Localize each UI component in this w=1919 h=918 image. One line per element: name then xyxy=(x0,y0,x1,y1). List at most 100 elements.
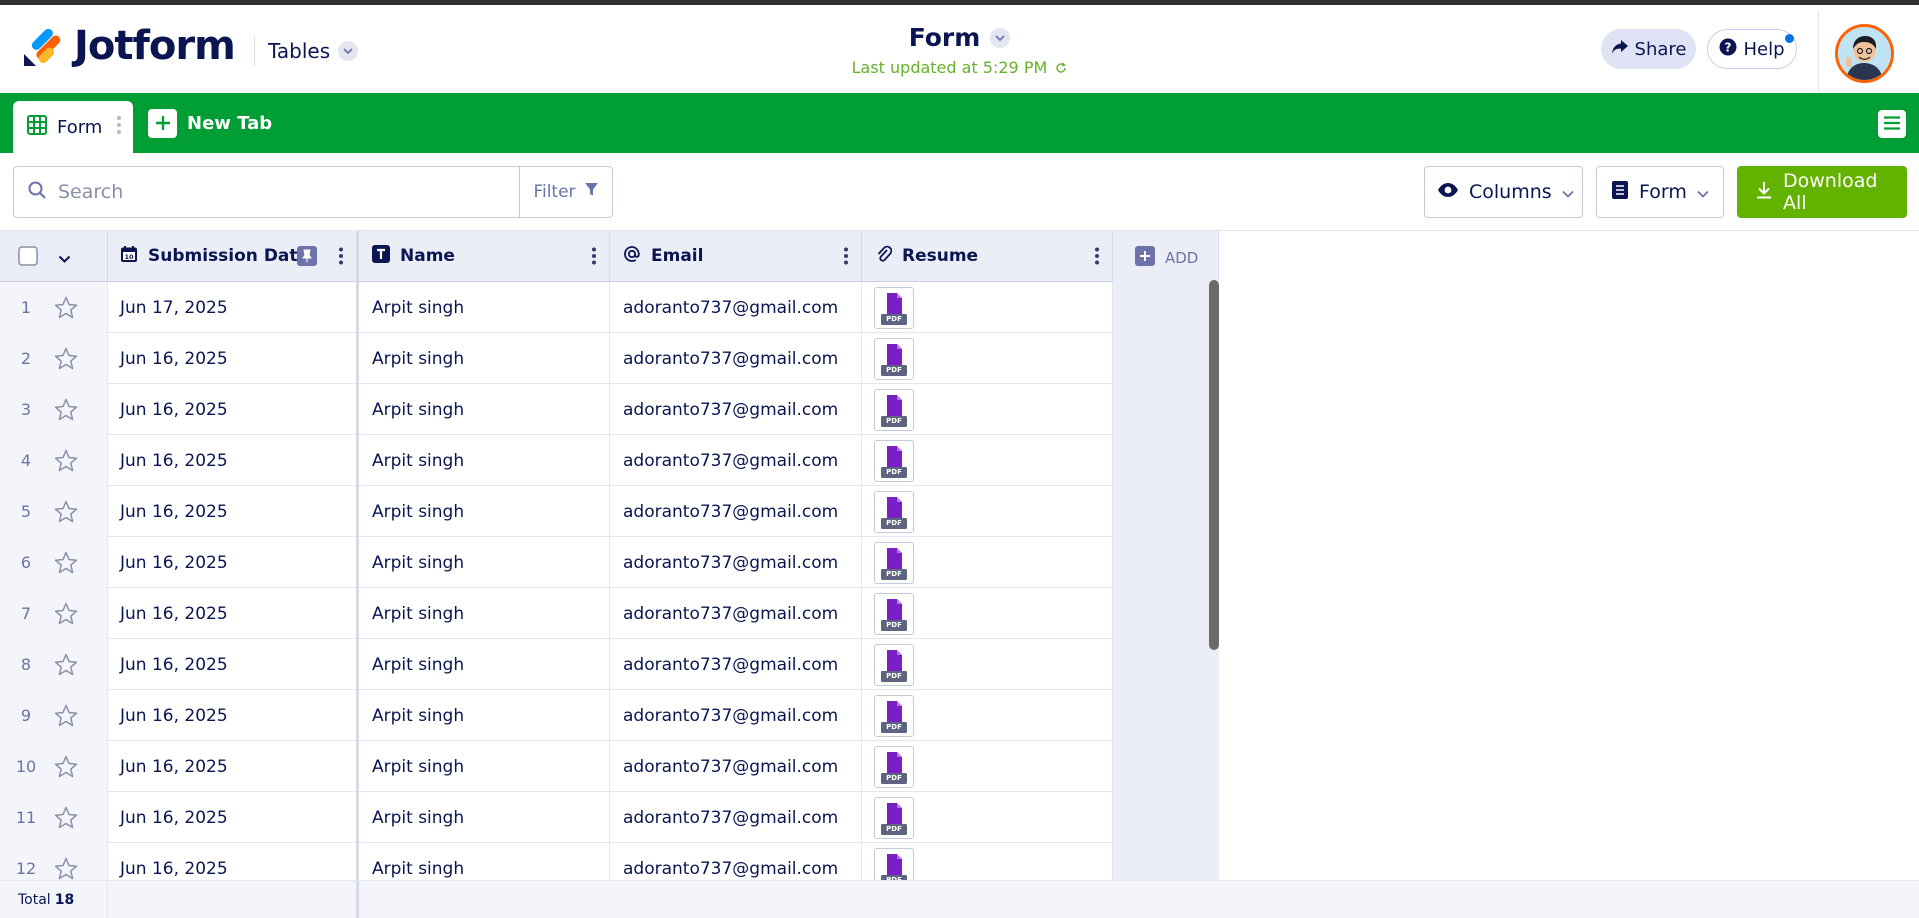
resume-cell[interactable]: PDF xyxy=(862,282,1113,333)
submission-date-cell[interactable]: Jun 16, 2025 xyxy=(108,333,359,384)
submission-date-cell[interactable]: Jun 16, 2025 xyxy=(108,792,359,843)
submission-date-cell[interactable]: Jun 16, 2025 xyxy=(108,537,359,588)
resume-cell[interactable]: PDF xyxy=(862,588,1113,639)
help-button[interactable]: ? Help xyxy=(1707,29,1797,69)
resume-cell[interactable]: PDF xyxy=(862,843,1113,880)
table-row[interactable]: 7 Jun 16, 2025 Arpit singh adoranto737@g… xyxy=(0,588,1113,639)
submission-date-cell[interactable]: Jun 17, 2025 xyxy=(108,282,359,333)
name-cell[interactable]: Arpit singh xyxy=(359,741,610,792)
email-cell[interactable]: adoranto737@gmail.com xyxy=(610,435,862,486)
name-cell[interactable]: Arpit singh xyxy=(359,843,610,880)
pdf-file-icon[interactable]: PDF xyxy=(874,388,914,431)
select-all-checkbox[interactable] xyxy=(18,246,38,270)
star-icon[interactable] xyxy=(54,704,78,732)
email-cell[interactable]: adoranto737@gmail.com xyxy=(610,792,862,843)
resume-cell[interactable]: PDF xyxy=(862,435,1113,486)
pin-icon[interactable] xyxy=(297,246,317,270)
resume-cell[interactable]: PDF xyxy=(862,333,1113,384)
name-cell[interactable]: Arpit singh xyxy=(359,792,610,843)
star-icon[interactable] xyxy=(54,653,78,681)
submission-date-cell[interactable]: Jun 16, 2025 xyxy=(108,588,359,639)
menu-button[interactable] xyxy=(1878,110,1906,138)
pdf-file-icon[interactable]: PDF xyxy=(874,490,914,533)
star-icon[interactable] xyxy=(54,755,78,783)
column-options-icon[interactable] xyxy=(592,247,596,269)
resume-cell[interactable]: PDF xyxy=(862,639,1113,690)
name-cell[interactable]: Arpit singh xyxy=(359,384,610,435)
pdf-file-icon[interactable]: PDF xyxy=(874,745,914,788)
email-cell[interactable]: adoranto737@gmail.com xyxy=(610,537,862,588)
name-cell[interactable]: Arpit singh xyxy=(359,333,610,384)
pdf-file-icon[interactable]: PDF xyxy=(874,541,914,584)
name-cell[interactable]: Arpit singh xyxy=(359,690,610,741)
star-icon[interactable] xyxy=(54,398,78,426)
table-row[interactable]: 11 Jun 16, 2025 Arpit singh adoranto737@… xyxy=(0,792,1113,843)
tab-options-icon[interactable] xyxy=(117,115,121,139)
column-header-name[interactable]: Name xyxy=(359,231,610,282)
column-header-submission-date[interactable]: 10 Submission Date xyxy=(108,231,359,282)
email-cell[interactable]: adoranto737@gmail.com xyxy=(610,282,862,333)
resume-cell[interactable]: PDF xyxy=(862,537,1113,588)
name-cell[interactable]: Arpit singh xyxy=(359,588,610,639)
table-row[interactable]: 10 Jun 16, 2025 Arpit singh adoranto737@… xyxy=(0,741,1113,792)
submission-date-cell[interactable]: Jun 16, 2025 xyxy=(108,384,359,435)
column-options-icon[interactable] xyxy=(844,247,848,269)
avatar[interactable] xyxy=(1835,24,1894,83)
pdf-file-icon[interactable]: PDF xyxy=(874,796,914,839)
pdf-file-icon[interactable]: PDF xyxy=(874,592,914,635)
table-row[interactable]: 6 Jun 16, 2025 Arpit singh adoranto737@g… xyxy=(0,537,1113,588)
name-cell[interactable]: Arpit singh xyxy=(359,537,610,588)
share-button[interactable]: Share xyxy=(1601,29,1696,69)
filter-button[interactable]: Filter xyxy=(519,166,613,218)
column-header-resume[interactable]: Resume xyxy=(862,231,1113,282)
tab-form[interactable]: Form xyxy=(13,101,133,153)
pdf-file-icon[interactable]: PDF xyxy=(874,847,914,880)
email-cell[interactable]: adoranto737@gmail.com xyxy=(610,486,862,537)
columns-button[interactable]: Columns xyxy=(1424,166,1583,218)
submission-date-cell[interactable]: Jun 16, 2025 xyxy=(108,639,359,690)
email-cell[interactable]: adoranto737@gmail.com xyxy=(610,384,862,435)
search-box[interactable] xyxy=(13,166,520,218)
vertical-scrollbar[interactable] xyxy=(1209,280,1219,880)
name-cell[interactable]: Arpit singh xyxy=(359,282,610,333)
table-row[interactable]: 2 Jun 16, 2025 Arpit singh adoranto737@g… xyxy=(0,333,1113,384)
resume-cell[interactable]: PDF xyxy=(862,690,1113,741)
table-row[interactable]: 12 Jun 16, 2025 Arpit singh adoranto737@… xyxy=(0,843,1113,880)
email-cell[interactable]: adoranto737@gmail.com xyxy=(610,690,862,741)
column-header-email[interactable]: Email xyxy=(610,231,862,282)
add-column-button[interactable]: ADD xyxy=(1135,246,1198,270)
name-cell[interactable]: Arpit singh xyxy=(359,486,610,537)
pdf-file-icon[interactable]: PDF xyxy=(874,439,914,482)
resume-cell[interactable]: PDF xyxy=(862,486,1113,537)
table-row[interactable]: 8 Jun 16, 2025 Arpit singh adoranto737@g… xyxy=(0,639,1113,690)
table-row[interactable]: 1 Jun 17, 2025 Arpit singh adoranto737@g… xyxy=(0,282,1113,333)
pdf-file-icon[interactable]: PDF xyxy=(874,694,914,737)
star-icon[interactable] xyxy=(54,551,78,579)
submission-date-cell[interactable]: Jun 16, 2025 xyxy=(108,435,359,486)
pdf-file-icon[interactable]: PDF xyxy=(874,286,914,329)
scrollbar-thumb[interactable] xyxy=(1209,280,1219,650)
resume-cell[interactable]: PDF xyxy=(862,792,1113,843)
email-cell[interactable]: adoranto737@gmail.com xyxy=(610,333,862,384)
search-input[interactable] xyxy=(58,181,478,203)
table-row[interactable]: 3 Jun 16, 2025 Arpit singh adoranto737@g… xyxy=(0,384,1113,435)
star-icon[interactable] xyxy=(54,857,78,880)
star-icon[interactable] xyxy=(54,347,78,375)
download-all-button[interactable]: Download All xyxy=(1737,166,1907,218)
email-cell[interactable]: adoranto737@gmail.com xyxy=(610,741,862,792)
form-selector-button[interactable]: Form xyxy=(1596,166,1724,218)
resume-cell[interactable]: PDF xyxy=(862,741,1113,792)
table-row[interactable]: 4 Jun 16, 2025 Arpit singh adoranto737@g… xyxy=(0,435,1113,486)
name-cell[interactable]: Arpit singh xyxy=(359,639,610,690)
column-options-icon[interactable] xyxy=(1095,247,1099,269)
submission-date-cell[interactable]: Jun 16, 2025 xyxy=(108,843,359,880)
email-cell[interactable]: adoranto737@gmail.com xyxy=(610,843,862,880)
chevron-down-icon[interactable] xyxy=(58,249,71,268)
star-icon[interactable] xyxy=(54,806,78,834)
submission-date-cell[interactable]: Jun 16, 2025 xyxy=(108,690,359,741)
new-tab-button[interactable]: New Tab xyxy=(148,108,272,138)
form-title-dropdown[interactable]: Form xyxy=(909,23,1011,52)
pdf-file-icon[interactable]: PDF xyxy=(874,337,914,380)
submission-date-cell[interactable]: Jun 16, 2025 xyxy=(108,741,359,792)
table-row[interactable]: 9 Jun 16, 2025 Arpit singh adoranto737@g… xyxy=(0,690,1113,741)
